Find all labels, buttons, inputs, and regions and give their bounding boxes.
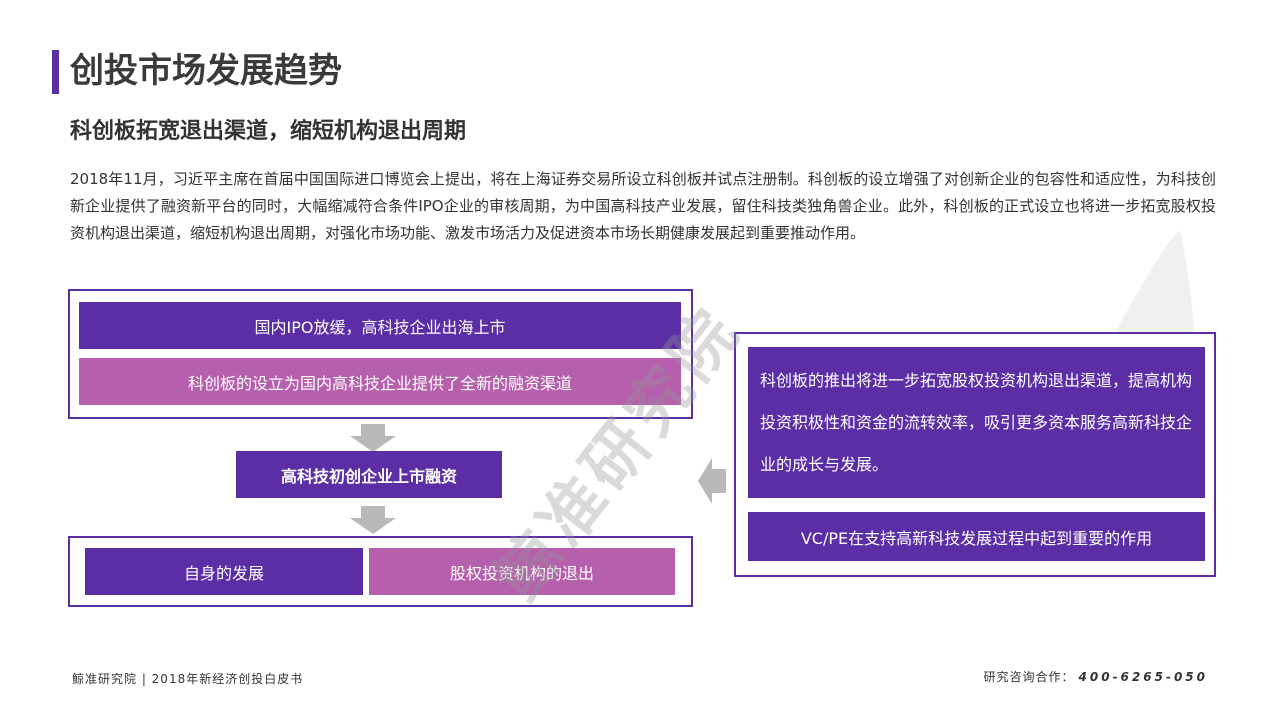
page-title: 创投市场发展趋势 <box>70 51 342 91</box>
down-arrow-icon <box>350 424 396 452</box>
footer-source: 鲸准研究院 | 2018年新经济创投白皮书 <box>72 672 304 686</box>
title-accent-bar <box>52 50 59 94</box>
star-market-impact-text: 科创板的推出将进一步拓宽股权投资机构退出渠道，提高机构投资积极性和资金的流转效率… <box>748 347 1205 498</box>
footer-contact: 研究咨询合作： 400-6265-050 <box>984 668 1208 685</box>
page-subtitle: 科创板拓宽退出渠道，缩短机构退出周期 <box>70 119 467 144</box>
vcpe-role-bar: VC/PE在支持高新科技发展过程中起到重要的作用 <box>748 512 1205 561</box>
left-arrow-icon <box>698 458 726 504</box>
ipo-slowdown-bar: 国内IPO放缓，高科技企业出海上市 <box>79 302 681 349</box>
startup-listing-label: 高科技初创企业上市融资 <box>280 466 457 486</box>
contact-label: 研究咨询合作： <box>983 670 1075 684</box>
intro-paragraph: 2018年11月，习近平主席在首届中国国际进口博览会上提出，将在上海证券交易所设… <box>70 170 1216 242</box>
contact-phone: 400-6265-050 <box>1078 670 1208 684</box>
startup-listing-bar: 高科技初创企业上市融资 <box>236 451 502 498</box>
self-development-bar: 自身的发展 <box>85 548 363 595</box>
down-arrow-icon <box>350 506 396 534</box>
star-market-channel-bar: 科创板的设立为国内高科技企业提供了全新的融资渠道 <box>79 358 681 405</box>
